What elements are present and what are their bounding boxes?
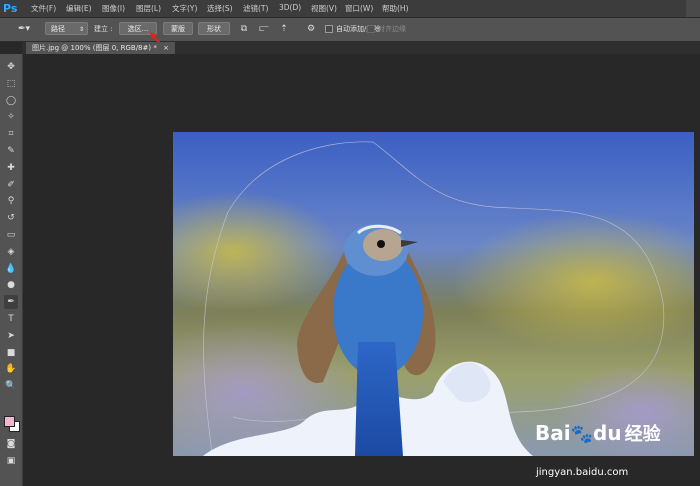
path-select-icon[interactable]: ➤ [4, 329, 18, 343]
options-bar: ✒▾ 路径 ⇕ 建立 : 选区... 蒙版 形状 ⧉ ⫍ ⇡ ⚙ 自动添加/删除… [0, 18, 700, 42]
document-tab-title: 图片.jpg @ 100% (图层 0, RGB/8#) * [32, 44, 157, 52]
menu-item-8[interactable]: 视图(V) [311, 3, 337, 14]
baidu-watermark: Bai🐾du 经验 [535, 420, 661, 446]
type-icon[interactable]: T [4, 312, 18, 326]
watermark-paw-text: du [593, 421, 622, 445]
menu-item-6[interactable]: 滤镜(T) [243, 3, 268, 14]
healing-brush-icon[interactable]: ✚ [4, 161, 18, 175]
dodge-icon[interactable]: ● [4, 278, 18, 292]
eyedropper-icon[interactable]: ✎ [4, 144, 18, 158]
window-controls [686, 0, 700, 17]
mode-select[interactable]: 路径 ⇕ [45, 22, 88, 35]
screen-mode-icon[interactable]: ▣ [4, 454, 18, 468]
watermark-product: 经验 [624, 424, 661, 445]
tools-panel: ✥ ⬚ ◯ ✧ ⌗ ✎ ✚ ✐ ⚲ ↺ ▭ ◈ 💧 ● ✒ T ➤ ■ ✋ 🔍 ◙ ▣ [0, 54, 23, 486]
pen-icon[interactable]: ✒ [4, 295, 18, 310]
rectangle-icon[interactable]: ■ [4, 346, 18, 360]
menu-item-2[interactable]: 图像(I) [102, 3, 125, 14]
select-arrows-icon: ⇕ [78, 26, 84, 33]
mode-select-value: 路径 [51, 25, 65, 33]
watermark-brand: Bai [535, 421, 571, 445]
gear-icon[interactable]: ⚙ [305, 23, 317, 35]
pen-tool-preset-icon[interactable]: ✒▾ [12, 23, 36, 35]
quick-select-icon[interactable]: ✧ [4, 110, 18, 124]
path-operations-icon[interactable]: ⧉ [238, 23, 250, 35]
menu-item-5[interactable]: 选择(S) [207, 3, 233, 14]
paint-bucket-icon[interactable]: ◈ [4, 245, 18, 259]
make-shape-button[interactable]: 形状 [198, 22, 230, 35]
align-edges-label: 对齐边缘 [378, 25, 406, 33]
menu-item-7[interactable]: 3D(D) [279, 3, 301, 12]
auto-add-delete-checkbox[interactable] [325, 25, 333, 33]
document-canvas[interactable]: Bai🐾du 经验 [173, 132, 694, 456]
hand-icon[interactable]: ✋ [4, 362, 18, 376]
align-edges-checkbox [367, 25, 375, 33]
menu-item-4[interactable]: 文字(Y) [172, 3, 197, 14]
path-alignment-icon[interactable]: ⫍ [258, 23, 270, 35]
history-brush-icon[interactable]: ↺ [4, 211, 18, 225]
blur-icon[interactable]: 💧 [4, 262, 18, 276]
move-icon[interactable]: ✥ [4, 60, 18, 74]
path-arrangement-icon[interactable]: ⇡ [278, 23, 290, 35]
make-label: 建立 : [94, 25, 113, 33]
menu-item-10[interactable]: 帮助(H) [382, 3, 409, 14]
watermark-url: jingyan.baidu.com [536, 467, 629, 478]
menu-bar: Ps 文件(F) 编辑(E) 图像(I) 图层(L) 文字(Y) 选择(S) 滤镜(T) 3D… [0, 0, 700, 18]
menu-item-3[interactable]: 图层(L) [136, 3, 161, 14]
close-icon[interactable]: × [163, 44, 169, 52]
bird-photo [173, 132, 694, 456]
clone-stamp-icon[interactable]: ⚲ [4, 194, 18, 208]
brush-icon[interactable]: ✐ [4, 178, 18, 192]
paw-icon: 🐾 [570, 424, 594, 445]
crop-icon[interactable]: ⌗ [4, 127, 18, 141]
marquee-icon[interactable]: ⬚ [4, 77, 18, 91]
foreground-color-swatch[interactable] [4, 416, 15, 427]
menu-item-1[interactable]: 编辑(E) [66, 3, 92, 14]
menu-item-9[interactable]: 窗口(W) [345, 3, 373, 14]
photoshop-logo: Ps [3, 2, 18, 15]
menu-item-0[interactable]: 文件(F) [31, 3, 56, 14]
zoom-icon[interactable]: 🔍 [4, 379, 18, 393]
quick-mask-icon[interactable]: ◙ [4, 437, 18, 451]
document-tab[interactable]: 图片.jpg @ 100% (图层 0, RGB/8#) * × [26, 42, 175, 54]
lasso-icon[interactable]: ◯ [4, 94, 18, 108]
eraser-icon[interactable]: ▭ [4, 228, 18, 242]
